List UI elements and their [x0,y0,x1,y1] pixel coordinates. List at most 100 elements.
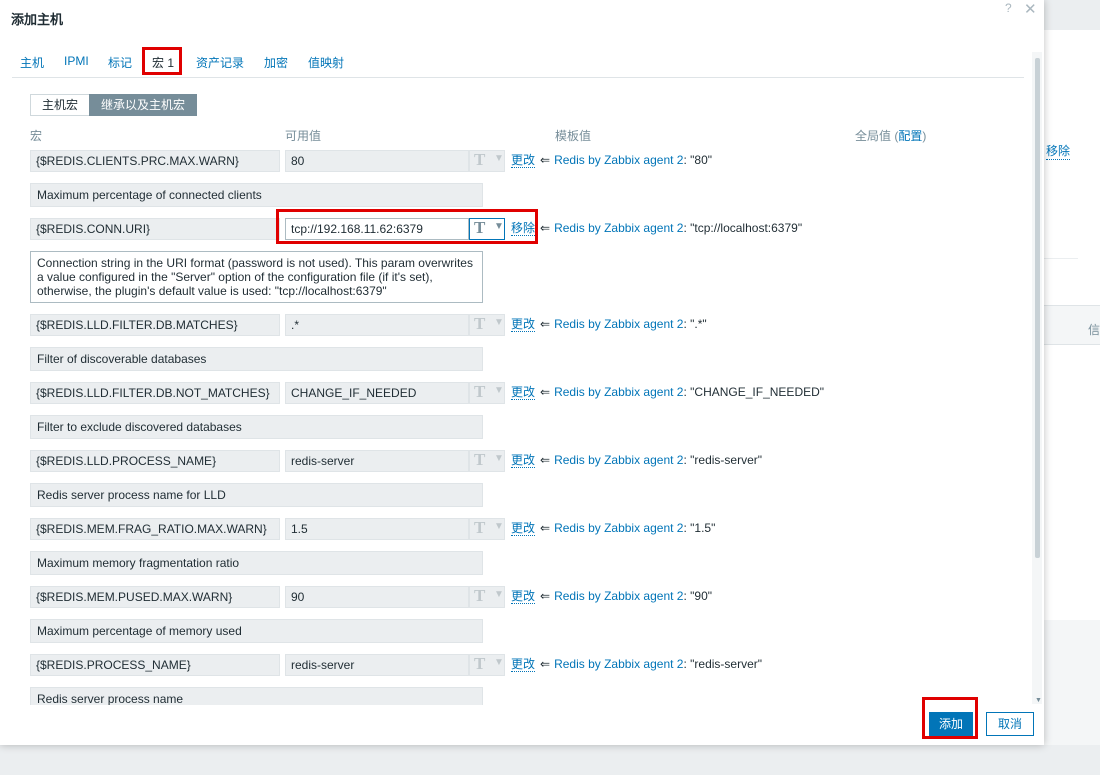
template-link[interactable]: Redis by Zabbix agent 2 [554,221,683,235]
change-link[interactable]: 更改 [511,657,536,672]
macro-description: Maximum percentage of connected clients [30,183,483,207]
macro-description-input[interactable]: Connection string in the URI format (pas… [30,251,483,303]
macro-value-field: 80 [285,150,469,172]
change-link[interactable]: 更改 [511,521,536,536]
host-macros-toggle[interactable]: 主机宏 [30,94,90,116]
macro-description: Filter to exclude discovered databases [30,415,483,439]
macro-row: {$REDIS.PROCESS_NAME} redis-server T ▼ 更改… [0,654,1032,676]
value-type-button: T ▼ [469,586,505,608]
template-value-text: : "90" [683,589,713,603]
value-type-button: T ▼ [469,450,505,472]
template-value: ⇐ Redis by Zabbix agent 2: "redis-server" [540,657,762,671]
text-type-icon: T [474,218,486,237]
value-type-button: T ▼ [469,382,505,404]
macro-description: Maximum percentage of memory used [30,619,483,643]
dialog-scrollbar[interactable]: ▼ [1032,52,1042,704]
macro-value-field: 90 [285,586,469,608]
macro-value-input[interactable]: tcp://192.168.11.62:6379 [285,218,469,240]
macros-list: {$REDIS.CLIENTS.PRC.MAX.WARN} 80 T ▼ 更改 ⇐… [0,140,1032,705]
chevron-down-icon: ▼ [494,317,504,328]
value-type-button: T ▼ [469,654,505,676]
chevron-down-icon: ▼ [494,153,504,164]
macro-description: Maximum memory fragmentation ratio [30,551,483,575]
macro-row: {$REDIS.MEM.PUSED.MAX.WARN} 90 T ▼ 更改 ⇐ Re… [0,586,1032,608]
template-link[interactable]: Redis by Zabbix agent 2 [554,657,683,671]
remove-link[interactable]: 移除 [511,221,536,236]
macro-row: {$REDIS.LLD.FILTER.DB.NOT_MATCHES} CHANG… [0,382,1032,404]
close-icon[interactable]: ✕ [1024,0,1037,18]
template-link[interactable]: Redis by Zabbix agent 2 [554,317,683,331]
text-type-icon: T [474,314,486,333]
tab-encryption[interactable]: 加密 [264,54,288,71]
add-button[interactable]: 添加 [929,712,973,736]
inherit-arrow-icon: ⇐ [540,153,551,167]
change-link[interactable]: 更改 [511,153,536,168]
background-column-header: 信 [1088,323,1100,337]
background-header [1044,0,1100,30]
macro-value-field: redis-server [285,450,469,472]
macro-row: {$REDIS.CONN.URI} tcp://192.168.11.62:63… [0,218,1032,240]
macro-name-field: {$REDIS.CONN.URI} [30,218,280,240]
macro-value-field: 1.5 [285,518,469,540]
scroll-down-icon[interactable]: ▼ [1035,697,1042,704]
inherited-macros-toggle[interactable]: 继承以及主机宏 [89,94,197,116]
macro-description: Filter of discoverable databases [30,347,483,371]
tab-tags[interactable]: 标记 [108,54,132,71]
chevron-down-icon: ▼ [494,385,504,396]
background-footer-area [1044,620,1100,745]
text-type-icon: T [474,586,486,605]
chevron-down-icon: ▼ [494,657,504,668]
change-link[interactable]: 更改 [511,317,536,332]
cancel-button[interactable]: 取消 [986,712,1034,736]
template-value-text: : "1.5" [683,521,716,535]
value-type-button: T ▼ [469,150,505,172]
template-value: ⇐ Redis by Zabbix agent 2: "tcp://localho… [540,221,802,235]
tab-inventory[interactable]: 资产记录 [196,54,244,71]
help-icon[interactable]: ? [1005,1,1012,15]
chevron-down-icon: ▼ [494,521,504,532]
tab-host[interactable]: 主机 [20,54,44,71]
chevron-down-icon: ▼ [494,453,504,464]
macro-row: {$REDIS.CLIENTS.PRC.MAX.WARN} 80 T ▼ 更改 ⇐… [0,150,1032,172]
macro-name-field: {$REDIS.CLIENTS.PRC.MAX.WARN} [30,150,280,172]
value-type-button[interactable]: T ▼ [469,218,505,240]
macro-name-field: {$REDIS.PROCESS_NAME} [30,654,280,676]
dialog-title: 添加主机 [11,12,64,27]
chevron-down-icon: ▼ [494,589,504,600]
template-value: ⇐ Redis by Zabbix agent 2: "1.5" [540,521,715,535]
template-link[interactable]: Redis by Zabbix agent 2 [554,153,683,167]
template-value-text: : "tcp://localhost:6379" [683,221,803,235]
background-bottom [0,745,1100,775]
template-value-text: : "redis-server" [683,453,763,467]
text-type-icon: T [474,450,486,469]
scrollbar-thumb[interactable] [1035,58,1040,558]
template-link[interactable]: Redis by Zabbix agent 2 [554,385,683,399]
text-type-icon: T [474,654,486,673]
template-value-text: : "redis-server" [683,657,763,671]
template-value: ⇐ Redis by Zabbix agent 2: "redis-server" [540,453,762,467]
template-value-text: : "80" [683,153,713,167]
template-link[interactable]: Redis by Zabbix agent 2 [554,453,683,467]
template-link[interactable]: Redis by Zabbix agent 2 [554,521,683,535]
chevron-down-icon: ▼ [494,221,504,232]
value-type-button: T ▼ [469,314,505,336]
text-type-icon: T [474,382,486,401]
tab-ipmi[interactable]: IPMI [64,54,89,68]
template-link[interactable]: Redis by Zabbix agent 2 [554,589,683,603]
inherit-arrow-icon: ⇐ [540,453,551,467]
inherit-arrow-icon: ⇐ [540,317,551,331]
change-link[interactable]: 更改 [511,453,536,468]
change-link[interactable]: 更改 [511,589,536,604]
inherit-arrow-icon: ⇐ [540,589,551,603]
tab-value-mapping[interactable]: 值映射 [308,54,344,71]
macro-row: {$REDIS.MEM.FRAG_RATIO.MAX.WARN} 1.5 T ▼ … [0,518,1032,540]
macro-value-field: CHANGE_IF_NEEDED [285,382,469,404]
tab-macros[interactable]: 宏 1 [152,54,174,71]
change-link[interactable]: 更改 [511,385,536,400]
template-value: ⇐ Redis by Zabbix agent 2: "80" [540,153,712,167]
template-value: ⇐ Redis by Zabbix agent 2: "90" [540,589,712,603]
value-type-button: T ▼ [469,518,505,540]
text-type-icon: T [474,150,486,169]
macro-name-field: {$REDIS.MEM.PUSED.MAX.WARN} [30,586,280,608]
inherit-arrow-icon: ⇐ [540,385,551,399]
